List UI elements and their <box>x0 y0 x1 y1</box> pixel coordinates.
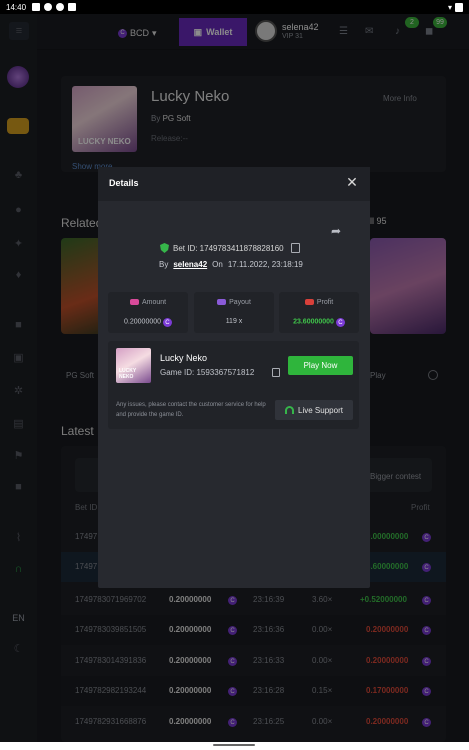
notification-icon <box>44 3 53 11</box>
by-label: By <box>159 260 169 269</box>
share-icon[interactable]: ➦ <box>331 224 347 238</box>
payout-stat: Payout 119 x <box>194 292 274 333</box>
battery-icon <box>455 2 463 12</box>
notification-icon <box>56 3 65 11</box>
headset-icon <box>285 406 295 414</box>
on-label: On <box>212 260 223 269</box>
amount-stat: Amount 0.20000000 C <box>108 292 188 333</box>
bet-date: 17.11.2022, 23:18:19 <box>227 260 303 269</box>
status-bar: 14:40 ▾ <box>0 0 469 14</box>
coin-icon: C <box>335 318 345 327</box>
profit-header: Profit <box>279 299 359 306</box>
amount-value: 0.20000000 C <box>108 318 188 327</box>
live-support-button[interactable]: Live Support <box>275 400 353 420</box>
bet-id-row: Bet ID: 1749783411878828160 <box>160 243 300 253</box>
copy-icon[interactable] <box>272 368 280 377</box>
payout-icon <box>217 299 227 306</box>
profit-value: 23.60000000 C <box>279 318 359 327</box>
bet-details-modal: Details ✕ ➦ Bet ID: 1749783411878828160 … <box>98 167 370 588</box>
status-time: 14:40 <box>6 2 27 12</box>
payout-header: Payout <box>194 299 274 306</box>
modal-title: Details <box>109 178 139 188</box>
coin-icon: C <box>162 318 172 327</box>
shield-icon <box>160 243 169 253</box>
bet-id: Bet ID: 1749783411878828160 <box>173 243 284 253</box>
payout-value: 119 x <box>225 318 243 325</box>
profit-stat: Profit 23.60000000 C <box>279 292 359 333</box>
game-thumbnail[interactable]: LUCKY NEKO <box>116 348 151 383</box>
copy-icon[interactable] <box>290 243 300 253</box>
game-id: Game ID: 1593367571812 <box>160 368 255 377</box>
wifi-icon: ▾ <box>447 2 452 12</box>
support-text: Any issues, please contact the customer … <box>116 402 266 418</box>
home-handle[interactable] <box>213 744 255 746</box>
bettor-username[interactable]: selena42 <box>173 260 207 269</box>
close-icon[interactable]: ✕ <box>344 174 360 190</box>
status-icons <box>32 3 77 11</box>
bet-meta-row: By selena42 On 17.11.2022, 23:18:19 <box>159 260 303 269</box>
profit-icon <box>304 299 314 306</box>
coins-icon <box>129 299 139 306</box>
modal-header: Details ✕ <box>98 167 370 201</box>
play-now-button[interactable]: Play Now <box>288 356 353 375</box>
image-icon <box>68 3 77 11</box>
amount-header: Amount <box>108 299 188 306</box>
live-support-label: Live Support <box>298 405 343 415</box>
system-icons: ▾ <box>447 2 463 12</box>
notification-icon <box>32 3 41 11</box>
game-name: Lucky Neko <box>160 353 208 363</box>
